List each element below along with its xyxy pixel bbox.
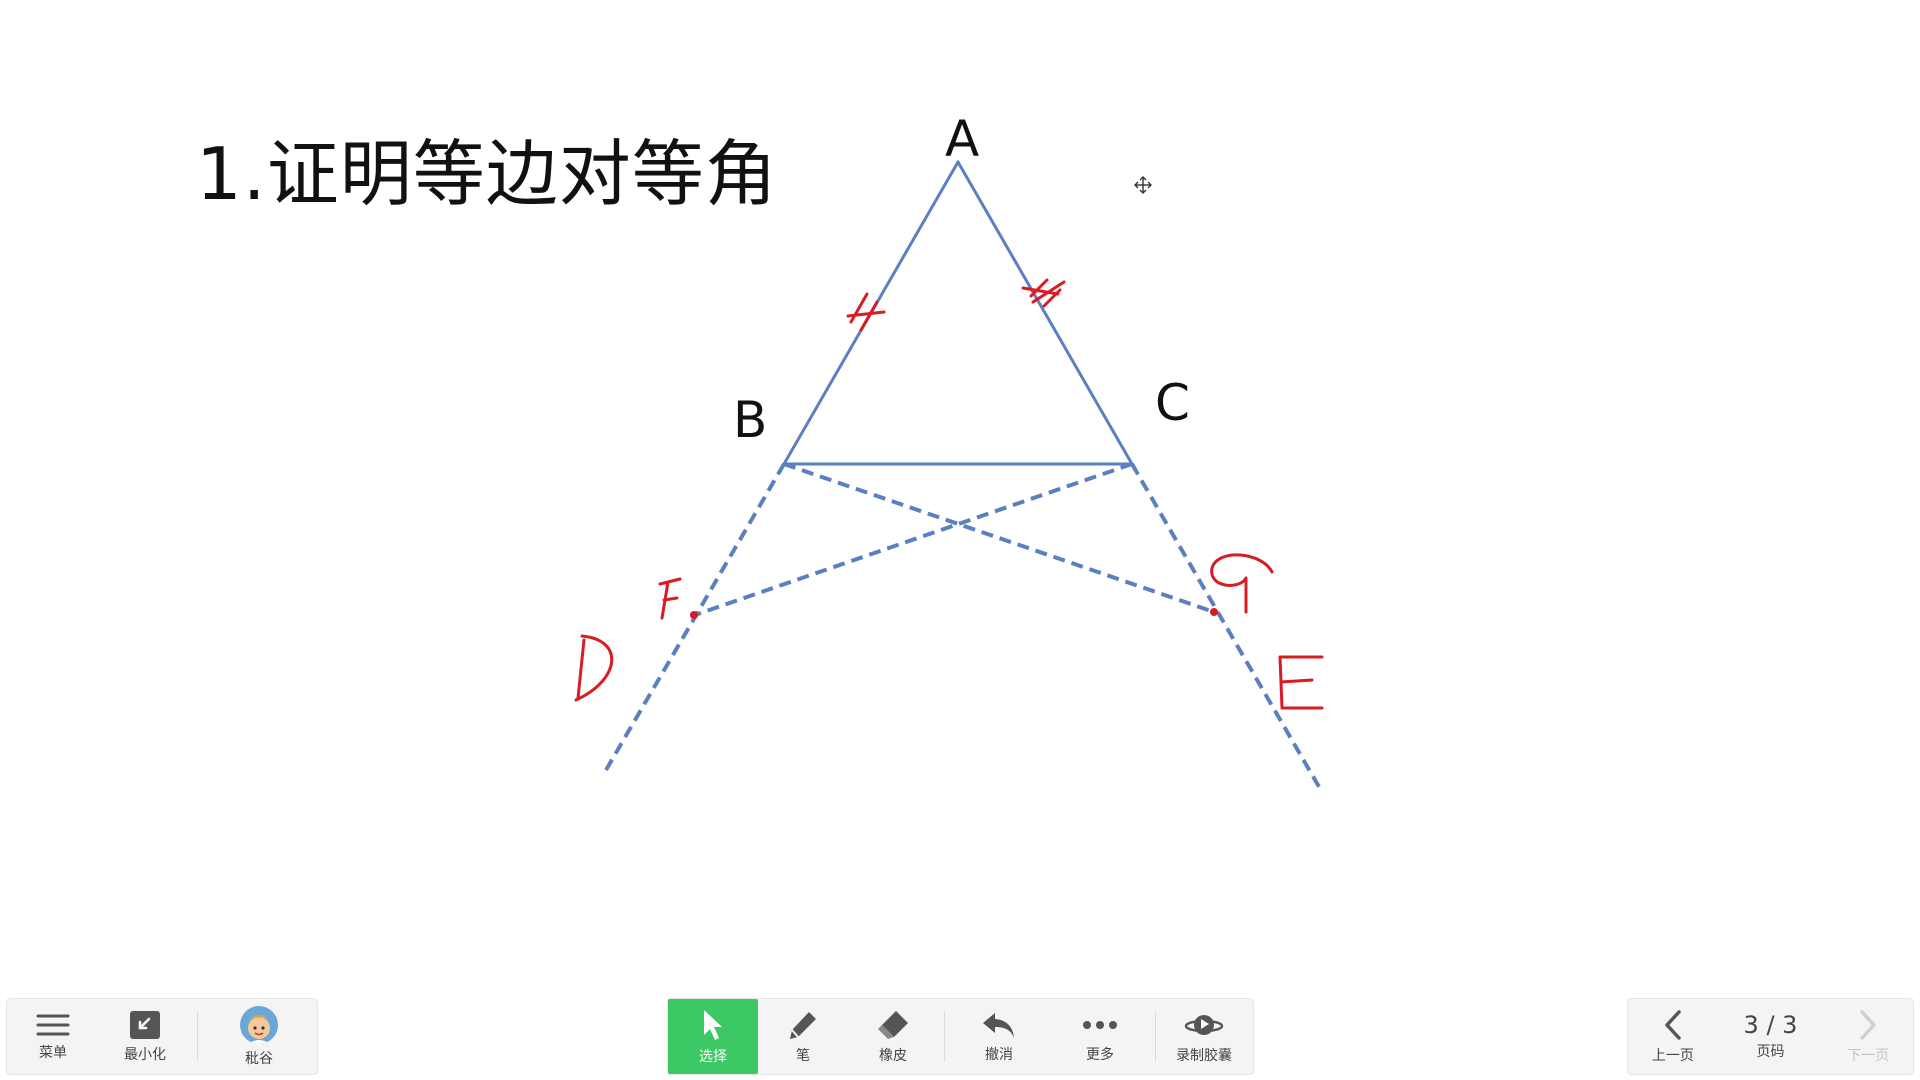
handwritten-annotations [574, 278, 1324, 710]
move-cursor-icon [1134, 176, 1152, 194]
toolbar-divider [1155, 1011, 1156, 1062]
pen-tool-button[interactable]: 笔 [758, 999, 848, 1074]
more-dots-icon [1083, 1020, 1117, 1029]
record-capsule-icon [1184, 1014, 1224, 1035]
undo-label: 撤消 [985, 1046, 1013, 1063]
more-label: 更多 [1086, 1046, 1114, 1063]
chevron-right-icon [1860, 1009, 1876, 1040]
cursor-arrow-icon [704, 1009, 722, 1040]
segment-bg [783, 462, 1215, 614]
prev-page-button[interactable]: 上一页 [1628, 999, 1718, 1074]
undo-button[interactable]: 撤消 [951, 999, 1047, 1074]
page-label: 页码 [1756, 1043, 1785, 1060]
next-page-button[interactable]: 下一页 [1823, 999, 1913, 1074]
point-g [1210, 608, 1218, 616]
extension-ce [1130, 462, 1324, 794]
undo-icon [983, 1012, 1014, 1038]
more-button[interactable]: 更多 [1047, 999, 1153, 1074]
left-toolbar: 菜单 最小化 秕谷 [6, 998, 318, 1075]
vertex-label-b: B [733, 391, 768, 449]
segment-ac [956, 160, 1134, 466]
toolbar-divider [944, 1011, 945, 1062]
minimize-button[interactable]: 最小化 [99, 999, 191, 1074]
toolbar-divider [197, 1011, 198, 1062]
chevron-left-icon [1665, 1009, 1681, 1040]
select-label: 选择 [699, 1048, 727, 1065]
menu-label: 菜单 [39, 1044, 67, 1061]
point-f [690, 611, 698, 619]
handwritten-letter-g [1210, 553, 1274, 614]
record-capsule-button[interactable]: 录制胶囊 [1158, 999, 1250, 1074]
menu-button[interactable]: 菜单 [7, 999, 99, 1074]
handwritten-letter-d [574, 634, 614, 702]
center-toolbar: 选择 笔 橡皮 撤消 更多 录制胶囊 [667, 998, 1254, 1075]
page-navigation-toolbar: 上一页 3 / 3 页码 下一页 [1627, 998, 1914, 1075]
hamburger-icon [36, 1014, 70, 1035]
select-tool-button[interactable]: 选择 [668, 999, 758, 1074]
handwritten-letter-e [1278, 655, 1324, 710]
vertex-label-c: C [1155, 374, 1190, 432]
segment-cf [691, 462, 1133, 618]
pen-icon [790, 1011, 816, 1039]
eraser-tool-button[interactable]: 橡皮 [848, 999, 938, 1074]
avatar [240, 1005, 278, 1044]
page-indicator[interactable]: 3 / 3 页码 [1718, 999, 1824, 1074]
triangle-abc [782, 160, 1134, 466]
pen-label: 笔 [796, 1047, 810, 1064]
vertex-label-a: A [945, 110, 980, 168]
eraser-icon [878, 1010, 908, 1039]
slide-title: 1.证明等边对等角 [196, 132, 778, 216]
prev-page-label: 上一页 [1651, 1047, 1694, 1064]
dashed-lines [604, 462, 1324, 794]
eraser-label: 橡皮 [879, 1047, 907, 1064]
user-profile-button[interactable]: 秕谷 [204, 999, 314, 1074]
handwritten-letter-f [658, 577, 682, 620]
record-label: 录制胶囊 [1176, 1047, 1232, 1064]
minimize-label: 最小化 [124, 1046, 166, 1063]
user-label: 秕谷 [245, 1050, 273, 1067]
minimize-icon [130, 1010, 160, 1039]
next-page-label: 下一页 [1847, 1047, 1890, 1064]
page-number: 3 / 3 [1743, 1010, 1798, 1039]
